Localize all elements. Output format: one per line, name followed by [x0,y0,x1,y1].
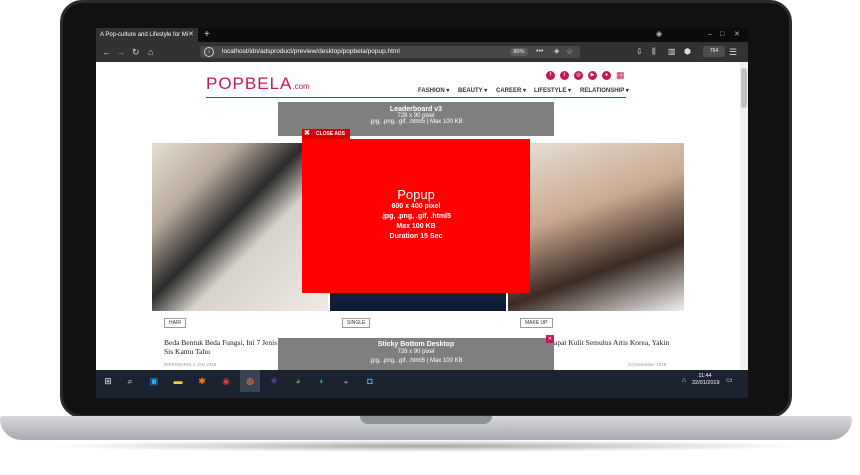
laptop-screen: A Pop-culture and Lifestyle for Mi ✕ + ◉… [96,28,748,398]
laptop-notch [360,416,492,424]
popup-max: Max 100 KB [396,223,436,230]
card-tag[interactable]: HAIR [164,318,186,328]
extension-icon[interactable]: ⬢ [684,42,691,62]
download-icon[interactable]: ⇩ [636,42,643,62]
popup-title: Popup [397,187,435,202]
card-title[interactable]: apat Kulit Semulus Artis Korea, Yakin [554,338,678,347]
info-icon[interactable]: i [204,47,214,57]
popup-ad[interactable]: Popup 600 x 400 pixel .jpg, .png, .gif, … [302,139,530,293]
clock-time: 11:44 [698,373,712,379]
sticky-size: 728 x 90 pixel [397,349,435,355]
popup-size: 600 x 400 pixel [391,203,441,210]
reload-icon[interactable]: ↻ [132,42,140,62]
clock-date: 22/01/2019 [692,380,720,386]
notifications-icon[interactable]: ▭ [726,371,733,391]
nav-fashion[interactable]: FASHION ▾ [418,87,449,94]
extension-badge[interactable]: 764 [703,46,725,57]
network-icon[interactable]: ⌂ [682,371,686,391]
nav-beauty[interactable]: BEAUTY ▾ [458,87,487,94]
windows-start-icon[interactable]: ⊞ [98,370,118,392]
sidebar-icon[interactable]: ▥ [668,42,676,62]
nav-lifestyle[interactable]: LIFESTYLE ▾ [534,87,571,94]
pocket-icon[interactable]: ◈ [554,46,559,58]
maximize-icon[interactable]: □ [720,28,724,42]
popup-formats: .jpg, .png, .gif, .html5 [381,213,451,220]
url-text: localhost/idn/adsproduct/preview/desktop… [222,48,400,55]
logo-suffix: .com [292,82,310,91]
tab-close-icon[interactable]: ✕ [188,28,194,42]
page-scrollbar[interactable] [740,62,748,370]
spotify-icon[interactable]: ◐ [312,370,332,392]
card-tag[interactable]: MAKE UP [520,318,553,328]
chrome-icon[interactable]: ◉ [216,370,236,392]
sticky-close-icon[interactable]: ✕ [546,335,554,343]
file-explorer-icon[interactable]: ▬ [168,370,188,392]
sticky-formats: .jpg, .png, .gif, .html5 | Max 100 KB [369,358,463,364]
library-icon[interactable]: ⫼ [652,42,656,62]
card-tag[interactable]: SINGLE [342,318,371,328]
sticky-title: Sticky Bottom Desktop [377,341,455,348]
site-logo[interactable]: POPBELA.com [206,74,310,94]
home-icon[interactable]: ⌂ [148,42,153,62]
leaderboard-title: Leaderboard v3 [389,106,443,113]
scrollbar-thumb[interactable] [741,68,747,108]
card-title[interactable]: Beda Bentuk Beda Fungsi, Ini 7 Jenis Sis… [164,338,288,356]
more-icon[interactable]: ••• [536,46,543,58]
logo-text: POPBELA [206,74,293,93]
xampp-icon[interactable]: ✱ [192,370,212,392]
close-ads-icon[interactable]: ✖ [304,129,310,139]
forward-icon[interactable]: → [116,42,125,62]
web-page: POPBELA.com f t ◎ ▶ ● ▦ FASHION ▾ BEAUTY… [96,62,740,370]
whatsapp-icon[interactable]: ◕ [288,370,308,392]
card-date: DIPERBARUI 1 JAN 2019 [164,362,217,367]
leaderboard-formats: .jpg, .png, .gif, .html5 | Max 100 KB [369,119,463,125]
nav-career[interactable]: CAREER ▾ [496,87,526,94]
tab-title: A Pop-culture and Lifestyle for Mi [100,32,189,38]
instagram-icon[interactable]: ◎ [574,71,583,80]
slack-icon[interactable]: ✳ [264,370,284,392]
popup-duration: Duration 15 Sec [389,233,443,240]
card-image-makeup[interactable] [508,143,684,311]
nav-relationship[interactable]: RELATIONSHIP ▾ [580,87,629,94]
clock[interactable]: 11:44 22/01/2019 [692,373,720,387]
nav-divider [206,97,626,98]
browser-tab[interactable]: A Pop-culture and Lifestyle for Mi [96,28,198,42]
firefox-icon[interactable]: ◍ [240,370,260,392]
apps-grid-icon[interactable]: ▦ [616,70,625,80]
sticky-bottom-ad[interactable]: Sticky Bottom Desktop 728 x 90 pixel .jp… [278,338,554,370]
minimize-icon[interactable]: – [708,28,712,42]
app-icon[interactable]: ◒ [336,370,356,392]
close-window-icon[interactable]: ✕ [734,28,740,42]
facebook-icon[interactable]: f [546,71,555,80]
photoshop-icon[interactable]: ▣ [144,370,164,392]
new-tab-icon[interactable]: + [204,28,210,41]
menu-icon[interactable]: ☰ [729,42,737,62]
zoom-indicator[interactable]: 80% [510,48,528,56]
line-icon[interactable]: ● [602,71,611,80]
twitter-icon[interactable]: t [560,71,569,80]
back-icon[interactable]: ← [102,42,111,62]
youtube-icon[interactable]: ▶ [588,71,597,80]
card-date: 24 Desember 2018 [628,362,667,367]
app-icon-2[interactable]: ◘ [360,370,380,392]
avatar-icon[interactable]: ◉ [656,28,662,42]
bookmark-star-icon[interactable]: ☆ [566,46,573,58]
laptop-shadow [40,440,812,452]
search-icon[interactable]: ⌕ [120,370,140,392]
